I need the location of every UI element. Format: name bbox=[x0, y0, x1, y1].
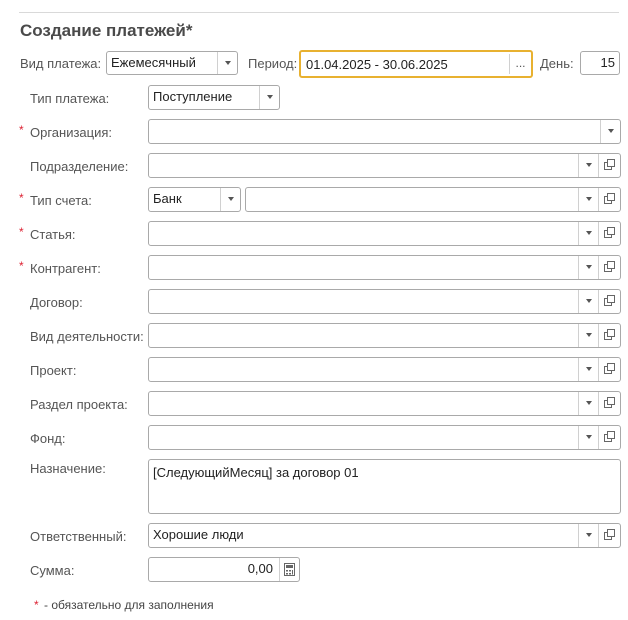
chevron-down-icon[interactable] bbox=[578, 222, 598, 245]
activity-label: Вид деятельности: bbox=[30, 329, 144, 344]
payment-type-select[interactable]: Поступление bbox=[148, 85, 280, 110]
required-mark: * bbox=[34, 598, 39, 612]
account-select[interactable] bbox=[245, 187, 621, 212]
chevron-down-icon[interactable] bbox=[578, 358, 598, 381]
fund-select[interactable] bbox=[148, 425, 621, 450]
required-mark: * bbox=[19, 225, 24, 239]
purpose-value: [СледующийМесяц] за договор 01 bbox=[153, 465, 359, 480]
counterparty-select[interactable] bbox=[148, 255, 621, 280]
responsible-label: Ответственный: bbox=[30, 529, 127, 544]
open-icon[interactable] bbox=[598, 392, 620, 415]
organization-select[interactable] bbox=[148, 119, 621, 144]
department-select[interactable] bbox=[148, 153, 621, 178]
amount-input[interactable]: 0,00 bbox=[148, 557, 300, 582]
purpose-label: Назначение: bbox=[30, 461, 106, 476]
chevron-down-icon[interactable] bbox=[578, 324, 598, 347]
period-label: Период: bbox=[248, 56, 298, 71]
payment-type-label: Тип платежа: bbox=[30, 91, 110, 106]
open-icon[interactable] bbox=[598, 426, 620, 449]
fund-label: Фонд: bbox=[30, 431, 66, 446]
chevron-down-icon[interactable] bbox=[578, 290, 598, 313]
calculator-icon[interactable] bbox=[279, 558, 299, 581]
project-select[interactable] bbox=[148, 357, 621, 382]
open-icon[interactable] bbox=[598, 290, 620, 313]
payment-type-value: Поступление bbox=[153, 89, 233, 104]
required-mark: * bbox=[19, 259, 24, 273]
organization-label: Организация: bbox=[30, 125, 113, 140]
amount-value: 0,00 bbox=[247, 561, 273, 576]
project-section-select[interactable] bbox=[148, 391, 621, 416]
chevron-down-icon[interactable] bbox=[578, 188, 598, 211]
responsible-value: Хорошие люди bbox=[153, 527, 244, 542]
account-type-select[interactable]: Банк bbox=[148, 187, 241, 212]
chevron-down-icon[interactable] bbox=[217, 52, 237, 74]
period-input[interactable]: 01.04.2025 - 30.06.2025 ... bbox=[299, 50, 533, 78]
payment-kind-label: Вид платежа: bbox=[20, 56, 102, 71]
day-label: День: bbox=[540, 56, 574, 71]
payment-kind-value: Ежемесячный bbox=[111, 55, 196, 70]
project-section-label: Раздел проекта: bbox=[30, 397, 128, 412]
required-note: - обязательно для заполнения bbox=[44, 598, 214, 612]
article-select[interactable] bbox=[148, 221, 621, 246]
project-label: Проект: bbox=[30, 363, 77, 378]
activity-select[interactable] bbox=[148, 323, 621, 348]
chevron-down-icon[interactable] bbox=[600, 120, 620, 143]
department-label: Подразделение: bbox=[30, 159, 129, 174]
required-mark: * bbox=[19, 123, 24, 137]
amount-label: Сумма: bbox=[30, 563, 75, 578]
open-icon[interactable] bbox=[598, 256, 620, 279]
period-value: 01.04.2025 - 30.06.2025 bbox=[306, 57, 448, 72]
open-icon[interactable] bbox=[598, 222, 620, 245]
open-icon[interactable] bbox=[598, 324, 620, 347]
chevron-down-icon[interactable] bbox=[578, 426, 598, 449]
purpose-textarea[interactable]: [СледующийМесяц] за договор 01 bbox=[148, 459, 621, 514]
chevron-down-icon[interactable] bbox=[578, 256, 598, 279]
required-mark: * bbox=[19, 191, 24, 205]
day-value: 15 bbox=[600, 55, 615, 70]
chevron-down-icon[interactable] bbox=[578, 524, 598, 547]
chevron-down-icon[interactable] bbox=[259, 86, 279, 109]
open-icon[interactable] bbox=[598, 524, 620, 547]
chevron-down-icon[interactable] bbox=[220, 188, 240, 211]
open-icon[interactable] bbox=[598, 188, 620, 211]
account-type-label: Тип счета: bbox=[30, 193, 92, 208]
top-divider bbox=[19, 12, 619, 13]
counterparty-label: Контрагент: bbox=[30, 261, 101, 276]
payment-kind-select[interactable]: Ежемесячный bbox=[106, 51, 238, 75]
chevron-down-icon[interactable] bbox=[578, 392, 598, 415]
article-label: Статья: bbox=[30, 227, 76, 242]
period-select-button[interactable]: ... bbox=[509, 54, 531, 74]
responsible-select[interactable]: Хорошие люди bbox=[148, 523, 621, 548]
day-input[interactable]: 15 bbox=[580, 51, 620, 75]
contract-label: Договор: bbox=[30, 295, 83, 310]
contract-select[interactable] bbox=[148, 289, 621, 314]
open-icon[interactable] bbox=[598, 154, 620, 177]
chevron-down-icon[interactable] bbox=[578, 154, 598, 177]
account-type-value: Банк bbox=[153, 191, 182, 206]
open-icon[interactable] bbox=[598, 358, 620, 381]
form-title: Создание платежей* bbox=[20, 21, 193, 40]
